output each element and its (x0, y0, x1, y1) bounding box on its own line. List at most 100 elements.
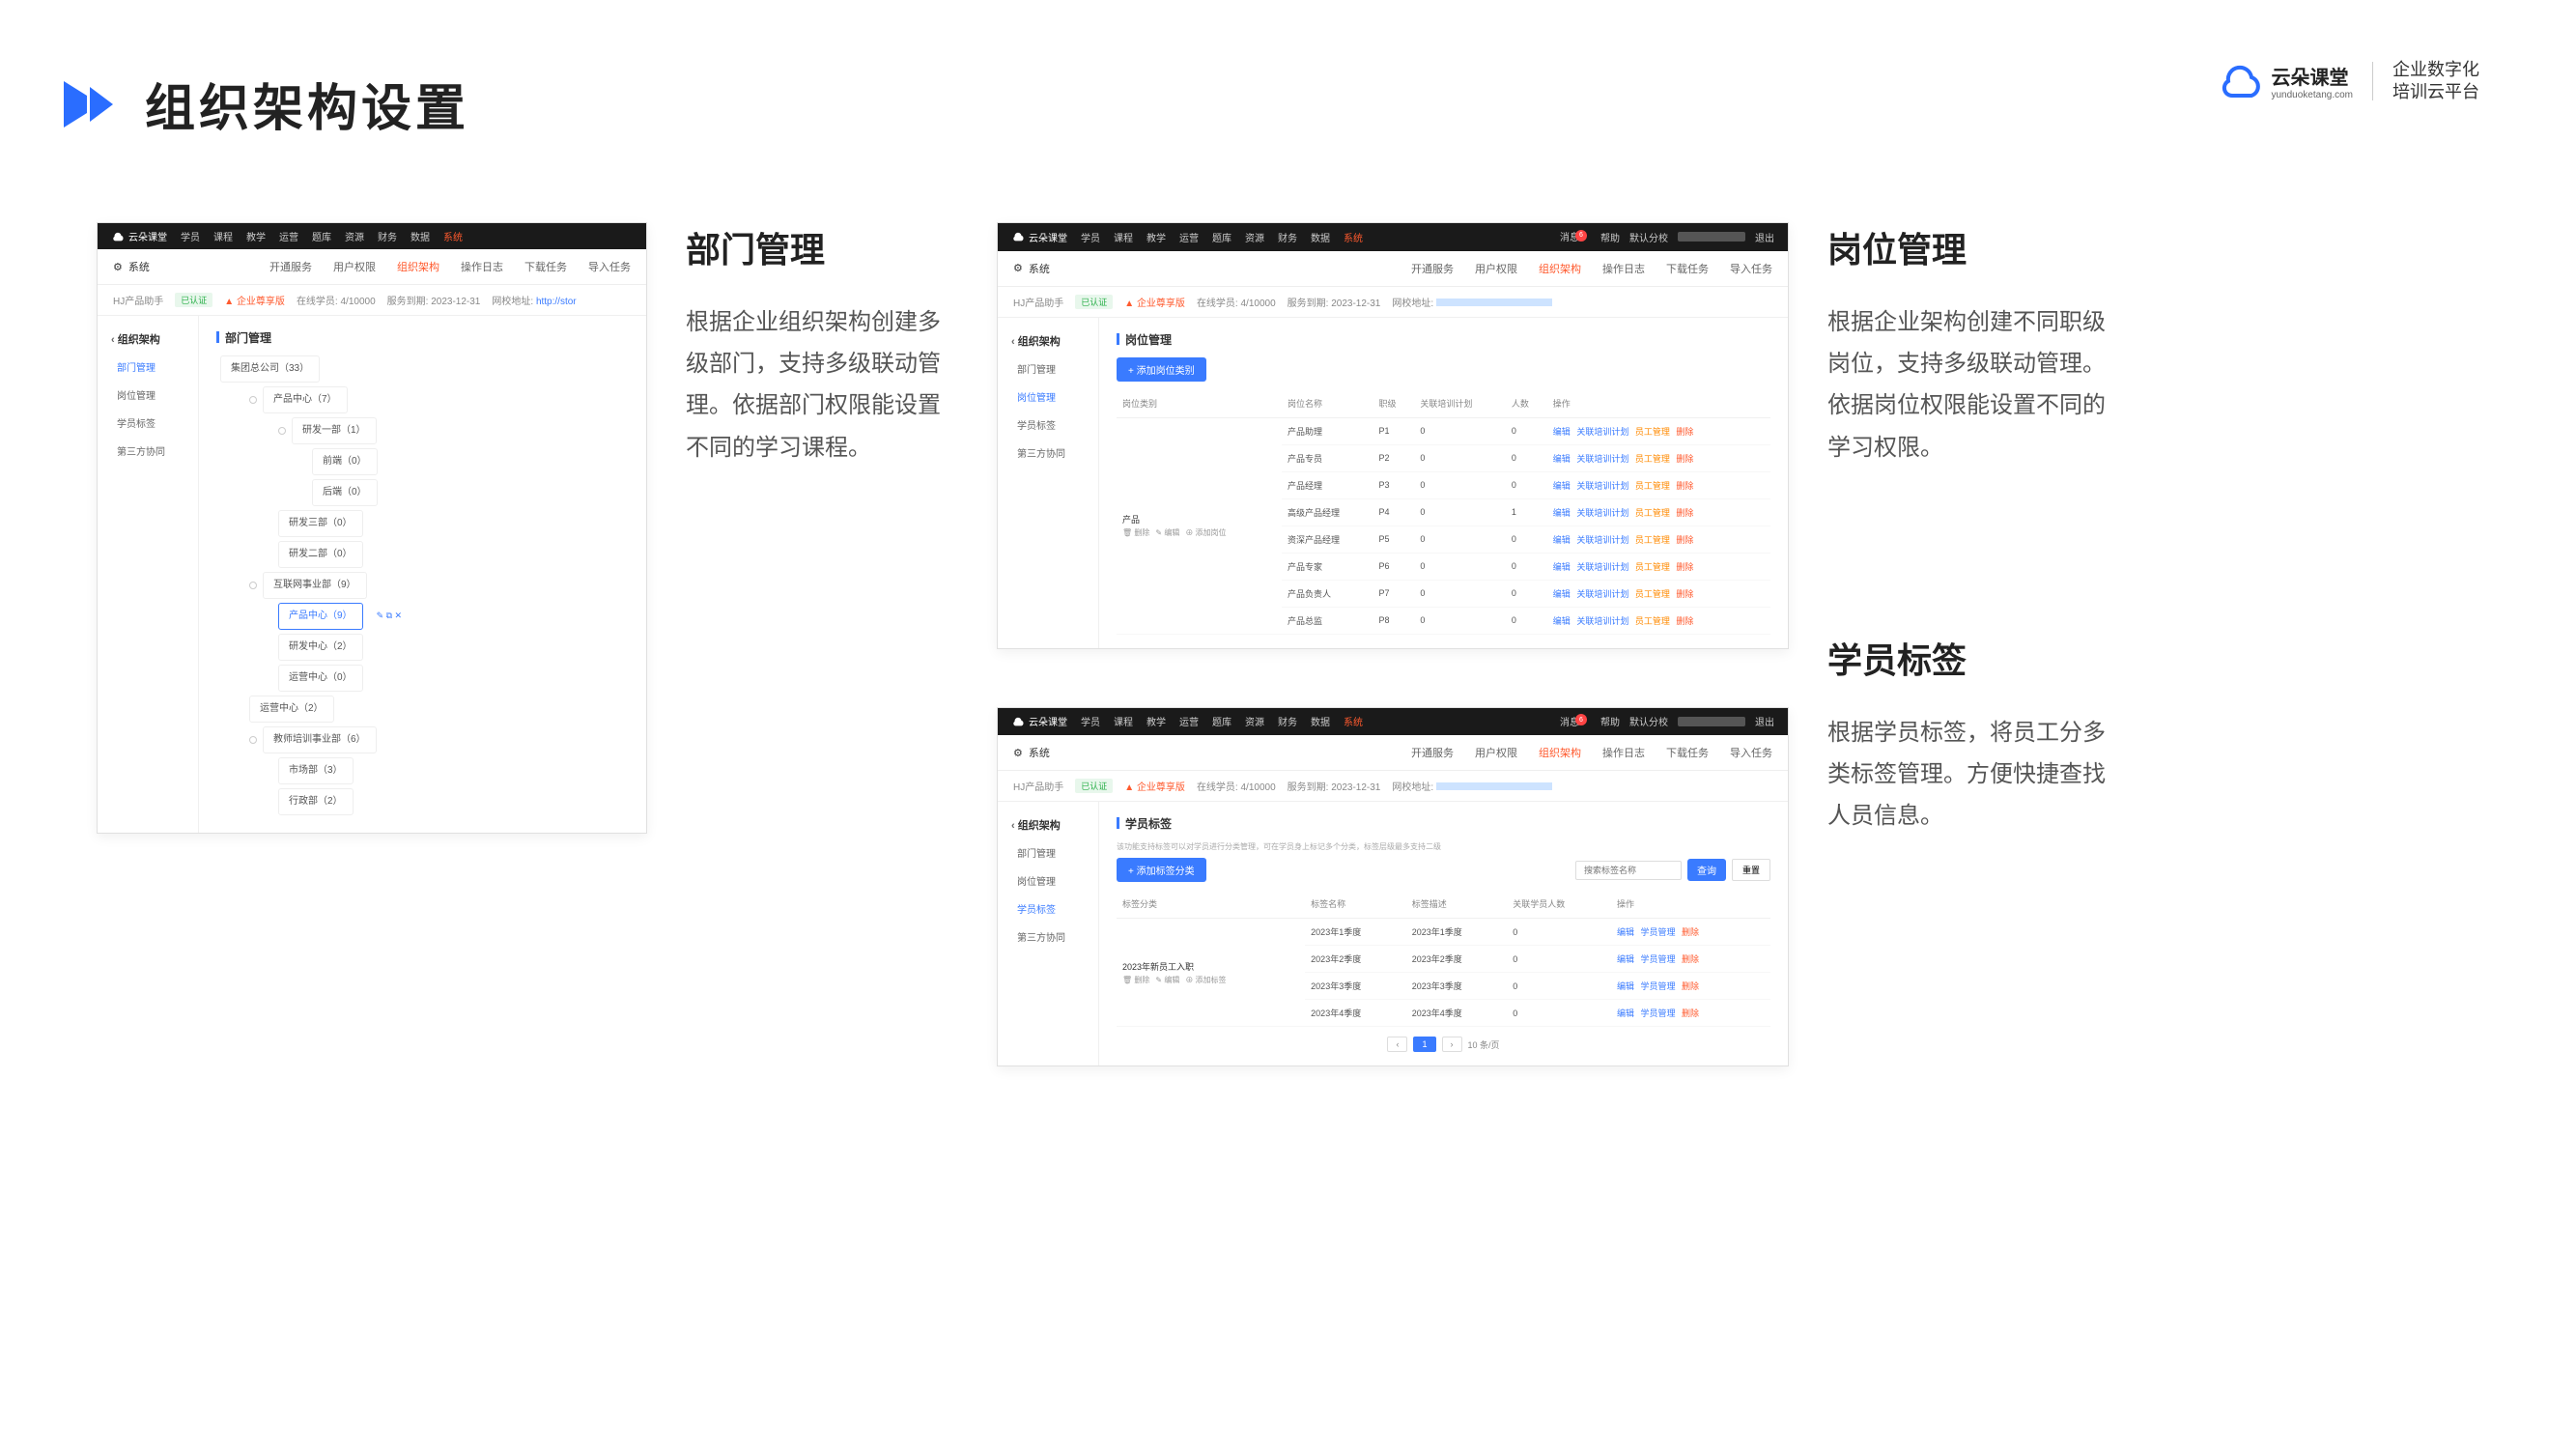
op-del[interactable]: 删除 (1676, 454, 1693, 464)
page-1[interactable]: 1 (1413, 1037, 1435, 1052)
sidebar-item-3rd[interactable]: 第三方协同 (98, 437, 198, 465)
page-prev[interactable]: ‹ (1387, 1037, 1407, 1052)
tree-node[interactable]: 前端（0） (312, 448, 378, 475)
op-emp[interactable]: 员工管理 (1635, 454, 1670, 464)
op-emp[interactable]: 员工管理 (1635, 562, 1670, 572)
nav-item[interactable]: 财务 (1278, 230, 1297, 244)
sidebar-back[interactable]: 组织架构 (998, 811, 1098, 838)
tree-node[interactable]: 行政部（2） (278, 788, 354, 815)
nav-item[interactable]: 运营 (1179, 230, 1199, 244)
subtab[interactable]: 用户权限 (333, 259, 376, 274)
subtab[interactable]: 下载任务 (524, 259, 567, 274)
op-plan[interactable]: 关联培训计划 (1576, 481, 1628, 491)
help-link[interactable]: 帮助 (1600, 230, 1620, 244)
cat-edit[interactable]: ✎ 编辑 (1155, 975, 1179, 985)
subtab[interactable]: 用户权限 (1475, 745, 1517, 760)
sidebar-item-tag[interactable]: 学员标签 (998, 411, 1098, 439)
branch-link[interactable]: 默认分校 (1629, 714, 1668, 728)
nav-item[interactable]: 题库 (312, 229, 331, 243)
msg-link[interactable]: 消息6 (1560, 714, 1591, 730)
tree-node[interactable]: 运营中心（2） (249, 696, 334, 723)
op-del[interactable]: 删除 (1676, 616, 1693, 626)
tree-action-icons[interactable]: ✎ ⧉ ✕ (377, 607, 403, 626)
nav-item[interactable]: 学员 (1081, 714, 1100, 728)
op-emp[interactable]: 员工管理 (1635, 535, 1670, 545)
sidebar-item-post[interactable]: 岗位管理 (998, 383, 1098, 411)
nav-item-active[interactable]: 系统 (443, 229, 463, 243)
subtab[interactable]: 开通服务 (269, 259, 312, 274)
op-del[interactable]: 删除 (1682, 1009, 1699, 1018)
sidebar-item-dept[interactable]: 部门管理 (98, 353, 198, 381)
subtab[interactable]: 下载任务 (1666, 745, 1709, 760)
nav-item[interactable]: 数据 (410, 229, 430, 243)
tree-node-selected[interactable]: 产品中心（9） (278, 603, 363, 630)
op-edit[interactable]: 编辑 (1553, 535, 1571, 545)
cat-delete[interactable]: 🗑 删除 (1122, 527, 1149, 538)
nav-item[interactable]: 资源 (345, 229, 364, 243)
subtab[interactable]: 操作日志 (1602, 261, 1645, 276)
cat-add[interactable]: ⊕ 添加标签 (1185, 975, 1226, 985)
subtab-active[interactable]: 组织架构 (1539, 261, 1581, 276)
op-plan[interactable]: 关联培训计划 (1576, 562, 1628, 572)
nav-item[interactable]: 财务 (378, 229, 397, 243)
nav-item[interactable]: 运营 (279, 229, 298, 243)
sidebar-back[interactable]: 组织架构 (998, 327, 1098, 355)
op-emp[interactable]: 员工管理 (1635, 589, 1670, 599)
op-edit[interactable]: 编辑 (1553, 481, 1571, 491)
nav-item[interactable]: 教学 (246, 229, 266, 243)
op-plan[interactable]: 关联培训计划 (1576, 427, 1628, 437)
subtab[interactable]: 导入任务 (1730, 261, 1772, 276)
nav-item[interactable]: 学员 (181, 229, 200, 243)
nav-item[interactable]: 数据 (1311, 230, 1330, 244)
subtab[interactable]: 下载任务 (1666, 261, 1709, 276)
add-tag-category-button[interactable]: + 添加标签分类 (1117, 858, 1206, 882)
sidebar-item-post[interactable]: 岗位管理 (98, 381, 198, 409)
sidebar-item-3rd[interactable]: 第三方协同 (998, 923, 1098, 951)
nav-item[interactable]: 教学 (1146, 714, 1166, 728)
op-plan[interactable]: 关联培训计划 (1576, 454, 1628, 464)
op-plan[interactable]: 关联培训计划 (1576, 616, 1628, 626)
op-edit[interactable]: 编辑 (1553, 562, 1571, 572)
search-input[interactable] (1575, 861, 1682, 880)
subtab[interactable]: 导入任务 (1730, 745, 1772, 760)
subtab[interactable]: 开通服务 (1411, 745, 1454, 760)
sidebar-item-tag[interactable]: 学员标签 (998, 895, 1098, 923)
subtab[interactable]: 导入任务 (588, 259, 631, 274)
nav-item[interactable]: 财务 (1278, 714, 1297, 728)
subtab[interactable]: 开通服务 (1411, 261, 1454, 276)
nav-item[interactable]: 题库 (1212, 230, 1231, 244)
op-emp[interactable]: 员工管理 (1635, 508, 1670, 518)
op-edit[interactable]: 编辑 (1617, 927, 1634, 937)
op-del[interactable]: 删除 (1682, 954, 1699, 964)
op-edit[interactable]: 编辑 (1553, 454, 1571, 464)
op-del[interactable]: 删除 (1676, 589, 1693, 599)
nav-item[interactable]: 教学 (1146, 230, 1166, 244)
sidebar-item-tag[interactable]: 学员标签 (98, 409, 198, 437)
nav-item[interactable]: 学员 (1081, 230, 1100, 244)
sidebar-item-3rd[interactable]: 第三方协同 (998, 439, 1098, 467)
exit-link[interactable]: 退出 (1755, 714, 1774, 728)
op-edit[interactable]: 编辑 (1553, 616, 1571, 626)
cat-add[interactable]: ⊕ 添加岗位 (1185, 527, 1226, 538)
nav-item[interactable]: 课程 (213, 229, 233, 243)
subtab-active[interactable]: 组织架构 (397, 259, 439, 274)
op-emp[interactable]: 学员管理 (1641, 927, 1676, 937)
op-edit[interactable]: 编辑 (1617, 954, 1634, 964)
subtab[interactable]: 操作日志 (1602, 745, 1645, 760)
search-button[interactable]: 查询 (1687, 859, 1726, 881)
op-emp[interactable]: 员工管理 (1635, 616, 1670, 626)
op-del[interactable]: 删除 (1676, 481, 1693, 491)
op-edit[interactable]: 编辑 (1553, 508, 1571, 518)
op-emp[interactable]: 学员管理 (1641, 981, 1676, 991)
cat-edit[interactable]: ✎ 编辑 (1155, 527, 1179, 538)
op-emp[interactable]: 学员管理 (1641, 1009, 1676, 1018)
op-plan[interactable]: 关联培训计划 (1576, 535, 1628, 545)
tree-node[interactable]: 后端（0） (312, 479, 378, 506)
op-emp[interactable]: 员工管理 (1635, 481, 1670, 491)
op-edit[interactable]: 编辑 (1617, 1009, 1634, 1018)
cat-delete[interactable]: 🗑 删除 (1122, 975, 1149, 985)
nav-item-active[interactable]: 系统 (1344, 714, 1363, 728)
page-next[interactable]: › (1442, 1037, 1462, 1052)
nav-item[interactable]: 课程 (1114, 230, 1133, 244)
op-del[interactable]: 删除 (1682, 981, 1699, 991)
